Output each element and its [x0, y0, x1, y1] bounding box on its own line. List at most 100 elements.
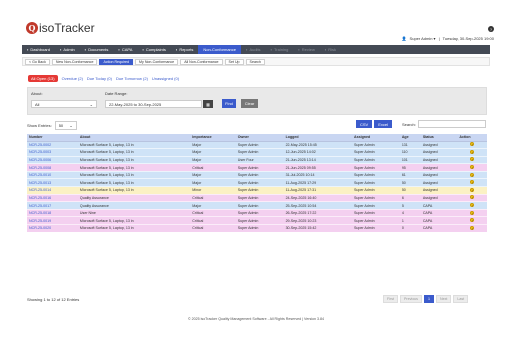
action-icon[interactable]: ! — [470, 210, 475, 216]
filter-due-today[interactable]: Due Today (0) — [87, 76, 112, 81]
cell-number[interactable]: NCR-25-0020 — [27, 224, 78, 233]
pager-1-button[interactable]: 1 — [423, 295, 434, 303]
column-header-about[interactable]: About — [77, 134, 191, 142]
column-header-assigned[interactable]: Assigned — [352, 134, 400, 142]
table-row[interactable]: NCR-25-0019 Microsoft Surface 5, Laptop, … — [27, 216, 487, 226]
cell-number[interactable]: NCR-25-0013 — [27, 178, 78, 188]
table-row[interactable]: NCR-25-0018 User Nine Critical Super Admin 2… — [27, 209, 487, 218]
subnav-search-button[interactable]: Search — [245, 58, 265, 65]
action-icon[interactable]: ! — [470, 149, 475, 155]
cell-action: ! — [457, 216, 487, 226]
table-row[interactable]: NCR-25-0020 Microsoft Surface 5, Laptop, … — [27, 224, 487, 233]
cell-logged: 26-Sep-2025 17:22 — [283, 209, 352, 218]
user-menu[interactable]: Super Admin ▾ — [410, 36, 436, 41]
date-range-input[interactable]: 22-May-2025 to 30-Sep-2025 — [105, 100, 202, 108]
cell-logged: 11-Aug-2025 17:29 — [283, 178, 352, 188]
cell-number[interactable]: NCR-25-0018 — [27, 209, 78, 218]
table-row[interactable]: NCR-25-0017 Quality Assurance Major Super A… — [27, 201, 487, 210]
column-header-age[interactable]: Age — [399, 134, 421, 142]
dashboard-icon: ▪ — [27, 47, 29, 52]
table-search-label: Search: — [402, 122, 416, 127]
cell-status: Assigned — [420, 194, 458, 203]
cell-about: Microsoft Surface 5, Laptop, 13 in — [77, 171, 191, 180]
action-icon[interactable]: ! — [470, 180, 475, 185]
cell-number[interactable]: NCR-25-0014 — [27, 186, 78, 195]
cell-status: Assigned — [420, 186, 458, 195]
cell-number[interactable]: NCR-25-0002 — [27, 141, 78, 150]
help-icon[interactable]: ? — [488, 26, 494, 32]
action-icon[interactable]: ! — [470, 142, 475, 147]
action-icon[interactable]: ! — [470, 165, 475, 170]
cell-assigned: Super Admin — [352, 216, 400, 226]
main-nav: ▪ Dashboard ▪ Admin ▪ Documents ▪ CAPA ▪ Complain… — [22, 45, 490, 54]
column-header-status[interactable]: Status — [420, 134, 458, 142]
date-range-label: Date Range: — [105, 91, 128, 96]
table-row[interactable]: NCR-25-0014 Microsoft Surface 5, Laptop, … — [27, 186, 487, 195]
subnav-all-non-conformance-button[interactable]: All Non-Conformance — [180, 58, 223, 65]
excel-button[interactable]: Excel — [374, 120, 393, 128]
action-icon[interactable]: ! — [470, 187, 475, 193]
entries-select[interactable]: 50 ⌄ — [54, 121, 77, 130]
nav-item-complaints[interactable]: ▪ Complaints — [137, 45, 170, 54]
cell-number[interactable]: NCR-25-0019 — [27, 216, 78, 226]
cell-number[interactable]: NCR-25-0017 — [27, 201, 78, 210]
cell-age: 1 — [399, 216, 421, 226]
column-header-logged[interactable]: Logged — [283, 134, 352, 142]
cell-status: CAPA — [420, 201, 458, 210]
nav-item-documents[interactable]: ▪ Documents — [80, 45, 114, 54]
nav-item-admin[interactable]: ▪ Admin — [55, 45, 80, 54]
subnav-set-up-button[interactable]: Set Up — [224, 58, 244, 65]
csv-button[interactable]: CSV — [356, 120, 373, 128]
clear-button[interactable]: Clear — [241, 99, 258, 108]
subnav-action-required-button[interactable]: Action Required — [99, 58, 134, 65]
cell-importance: Major — [190, 148, 236, 157]
filter-due-tomorrow[interactable]: Due Tomorrow (2) — [116, 76, 148, 81]
table-row[interactable]: NCR-25-0002 Microsoft Surface 5, Laptop, … — [27, 141, 487, 150]
cell-number[interactable]: NCR-25-0006 — [27, 156, 78, 165]
pager-next-button[interactable]: Next — [435, 295, 452, 303]
table-search-input[interactable] — [418, 120, 486, 128]
nav-item-reports[interactable]: ▪ Reports — [171, 45, 198, 54]
column-header-action[interactable]: Action — [457, 134, 487, 142]
column-header-number[interactable]: Number — [27, 134, 78, 142]
pager-first-button[interactable]: First — [383, 295, 398, 303]
calendar-icon[interactable]: ▦ — [203, 100, 213, 108]
column-header-importance[interactable]: Importance — [190, 134, 236, 142]
filter-all-open[interactable]: All Open (13) — [28, 75, 58, 82]
subnav-my-non-conformance-button[interactable]: My Non-Conformance — [135, 58, 179, 65]
pager-previous-button[interactable]: Previous — [400, 295, 422, 303]
cell-action: ! — [457, 186, 487, 195]
filter-unassigned[interactable]: Unassigned (0) — [152, 76, 179, 81]
table-row[interactable]: NCR-25-0016 Quality Assurance Critical Supe… — [27, 194, 487, 203]
about-select[interactable]: All ⌄ — [31, 100, 97, 108]
table-row[interactable]: NCR-25-0010 Microsoft Surface 5, Laptop, … — [27, 171, 487, 180]
table-row[interactable]: NCR-25-0006 Microsoft Surface 5, Laptop, … — [27, 156, 487, 165]
table-row[interactable]: NCR-25-0003 Microsoft Surface 5, Laptop, … — [27, 148, 487, 157]
cell-number[interactable]: NCR-25-0008 — [27, 163, 78, 172]
cell-number[interactable]: NCR-25-0010 — [27, 171, 78, 180]
subnav-new-non-conformance-button[interactable]: New Non-Conformance — [51, 58, 98, 65]
find-button[interactable]: Find — [222, 99, 236, 108]
cell-number[interactable]: NCR-25-0003 — [27, 148, 78, 157]
action-icon[interactable]: ! — [470, 218, 475, 223]
nav-item-non-conformance[interactable]: Non-Conformance — [198, 45, 242, 54]
cell-number[interactable]: NCR-25-0016 — [27, 194, 78, 203]
cell-assigned: Super Admin — [352, 224, 400, 233]
table-row[interactable]: NCR-25-0013 Microsoft Surface 5, Laptop, … — [27, 178, 487, 188]
subnav-go-back-button[interactable]: < Go Back — [25, 58, 50, 65]
logo[interactable]: Q isoTracker — [26, 21, 95, 35]
action-icon[interactable]: ! — [470, 172, 475, 178]
action-icon[interactable]: ! — [470, 157, 475, 162]
chevron-down-icon: ⌄ — [69, 123, 73, 128]
nav-item-label: Documents — [88, 47, 109, 52]
pager-last-button[interactable]: Last — [453, 295, 469, 303]
nav-item-dashboard[interactable]: ▪ Dashboard — [22, 45, 55, 54]
filter-overdue[interactable]: Overdue (2) — [62, 76, 83, 81]
column-header-owner[interactable]: Owner — [235, 134, 284, 142]
action-icon[interactable]: ! — [470, 203, 475, 208]
cell-about: Quality Assurance — [77, 194, 191, 203]
table-row[interactable]: NCR-25-0008 Microsoft Surface 5, Laptop, … — [27, 163, 487, 172]
nav-item-capa[interactable]: ▪ CAPA — [113, 45, 137, 54]
action-icon[interactable]: ! — [470, 225, 475, 231]
action-icon[interactable]: ! — [470, 195, 475, 200]
